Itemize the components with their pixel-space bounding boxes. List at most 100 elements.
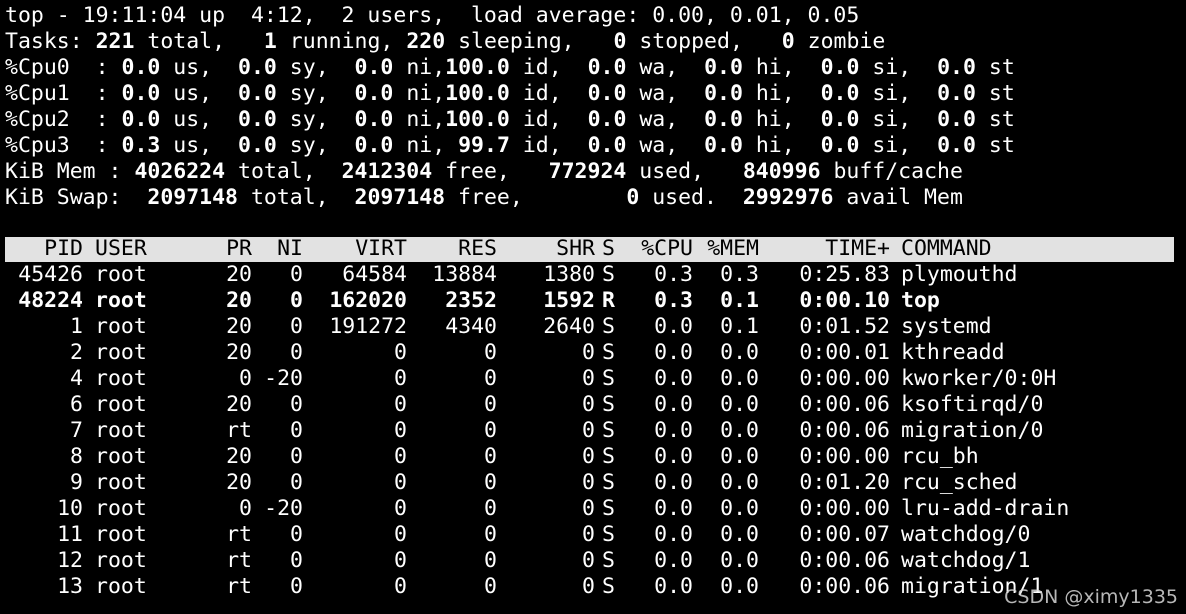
summary-label: hi, bbox=[742, 133, 821, 158]
cell-pr: 20 bbox=[226, 444, 252, 469]
summary-value: 0.0 bbox=[238, 133, 277, 158]
summary-value: 0.0 bbox=[354, 55, 394, 80]
summary-label: ni, bbox=[393, 107, 446, 132]
summary-value: 2412304 bbox=[341, 159, 433, 184]
mem-line: KiB Mem : 4026224 total, 2412304 free, 7… bbox=[5, 159, 963, 185]
column-header-res: RES bbox=[458, 236, 497, 261]
cell-time: 0:00.06 bbox=[799, 418, 890, 443]
cell-res: 0 bbox=[484, 444, 497, 469]
summary-value: 220 bbox=[406, 29, 446, 54]
column-header-user: USER bbox=[95, 236, 147, 261]
cell-s: R bbox=[602, 288, 615, 313]
cell-res: 0 bbox=[484, 548, 497, 573]
cell-pid: 7 bbox=[70, 418, 83, 443]
cell-ni: 0 bbox=[290, 288, 303, 313]
summary-label: us, bbox=[160, 107, 239, 132]
cell-pr: 20 bbox=[226, 314, 252, 339]
cell-pid: 13 bbox=[57, 574, 83, 599]
summary-label: us, bbox=[160, 133, 239, 158]
cell-user: root bbox=[95, 288, 147, 313]
cell-ni: 0 bbox=[290, 262, 303, 287]
summary-label: id, bbox=[509, 55, 588, 80]
summary-value: 772924 bbox=[548, 159, 627, 184]
summary-value: 0.0 bbox=[121, 81, 161, 106]
cell-virt: 0 bbox=[394, 366, 407, 391]
cell-command: ksoftirqd/0 bbox=[901, 392, 1044, 417]
cell-pid: 4 bbox=[70, 366, 83, 391]
summary-value: 0.0 bbox=[238, 81, 277, 106]
cell-cpu: 0.0 bbox=[654, 366, 693, 391]
cell-s: S bbox=[602, 314, 615, 339]
cell-ni: -20 bbox=[264, 366, 303, 391]
cell-pid: 8 bbox=[70, 444, 83, 469]
summary-value: 0 bbox=[613, 29, 627, 54]
cell-ni: 0 bbox=[290, 574, 303, 599]
summary-label: buff/cache bbox=[820, 159, 963, 184]
uptime-line: top - 19:11:04 up 4:12, 2 users, load av… bbox=[5, 3, 859, 29]
summary-label: us, bbox=[160, 81, 239, 106]
column-header-mem: %MEM bbox=[707, 236, 759, 261]
table-row: 1 root 20 0 191272 4340 2640 S 0.0 0.1 0:01.52 syst… bbox=[5, 314, 1174, 340]
summary-value: 0.0 bbox=[820, 81, 860, 106]
cell-virt: 0 bbox=[394, 548, 407, 573]
summary-value: 0.0 bbox=[704, 55, 743, 80]
cell-mem: 0.0 bbox=[720, 366, 759, 391]
cell-pid: 1 bbox=[70, 314, 83, 339]
cell-shr: 0 bbox=[582, 574, 595, 599]
summary-label: %Cpu0 : bbox=[5, 55, 122, 80]
summary-label: free, bbox=[432, 159, 549, 184]
summary-value: 0.0 bbox=[354, 81, 394, 106]
cell-time: 0:00.10 bbox=[799, 288, 890, 313]
swap-line: KiB Swap: 2097148 total, 2097148 free, 0… bbox=[5, 185, 963, 211]
cell-mem: 0.3 bbox=[720, 262, 759, 287]
summary-label: %Cpu3 : bbox=[5, 133, 122, 158]
table-row: 45426 root 20 0 64584 13884 1380 S 0.3 0.3 0:25.83… bbox=[5, 262, 1174, 288]
summary-label: ni, bbox=[393, 55, 446, 80]
cell-mem: 0.0 bbox=[720, 392, 759, 417]
summary-label: id, bbox=[509, 81, 588, 106]
cell-command: kthreadd bbox=[901, 340, 1005, 365]
cell-ni: 0 bbox=[290, 392, 303, 417]
cell-mem: 0.0 bbox=[720, 574, 759, 599]
summary-value: 0.0 bbox=[937, 81, 976, 106]
cell-pid: 2 bbox=[70, 340, 83, 365]
summary-label: sleeping, bbox=[445, 29, 614, 54]
cell-pid: 11 bbox=[57, 522, 83, 547]
cell-command: watchdog/1 bbox=[901, 548, 1031, 573]
cpu2-line: %Cpu2 : 0.0 us, 0.0 sy, 0.0 ni,100.0 id,… bbox=[5, 107, 1015, 133]
summary-value: 0.0 bbox=[121, 107, 161, 132]
cell-user: root bbox=[95, 340, 147, 365]
cell-virt: 0 bbox=[394, 470, 407, 495]
summary-value: 0 bbox=[626, 185, 640, 210]
cell-pr: 20 bbox=[226, 340, 252, 365]
summary-label: id, bbox=[509, 107, 588, 132]
cell-shr: 2640 bbox=[543, 314, 595, 339]
cell-cpu: 0.3 bbox=[654, 262, 693, 287]
summary-label: %Cpu1 : bbox=[5, 81, 122, 106]
cell-time: 0:00.00 bbox=[799, 444, 890, 469]
cell-user: root bbox=[95, 444, 147, 469]
cell-virt: 0 bbox=[394, 340, 407, 365]
summary-label: total, bbox=[238, 185, 355, 210]
summary-value: 0.0 bbox=[354, 107, 394, 132]
cell-res: 2352 bbox=[445, 288, 497, 313]
column-header-pr: PR bbox=[226, 236, 252, 261]
cell-s: S bbox=[602, 574, 615, 599]
cell-shr: 0 bbox=[582, 366, 595, 391]
cell-s: S bbox=[602, 366, 615, 391]
summary-value: 0.0 bbox=[238, 55, 277, 80]
cell-res: 0 bbox=[484, 366, 497, 391]
cell-virt: 0 bbox=[394, 418, 407, 443]
cell-s: S bbox=[602, 496, 615, 521]
cell-res: 0 bbox=[484, 470, 497, 495]
summary-label: us, bbox=[160, 55, 239, 80]
cell-command: lru-add-drain bbox=[901, 496, 1070, 521]
summary-label: hi, bbox=[742, 55, 821, 80]
cell-pr: rt bbox=[226, 574, 252, 599]
cell-ni: 0 bbox=[290, 314, 303, 339]
summary-label: running, bbox=[276, 29, 407, 54]
cell-cpu: 0.0 bbox=[654, 496, 693, 521]
cell-pr: rt bbox=[226, 522, 252, 547]
cell-time: 0:00.00 bbox=[799, 496, 890, 521]
cell-command: watchdog/0 bbox=[901, 522, 1031, 547]
